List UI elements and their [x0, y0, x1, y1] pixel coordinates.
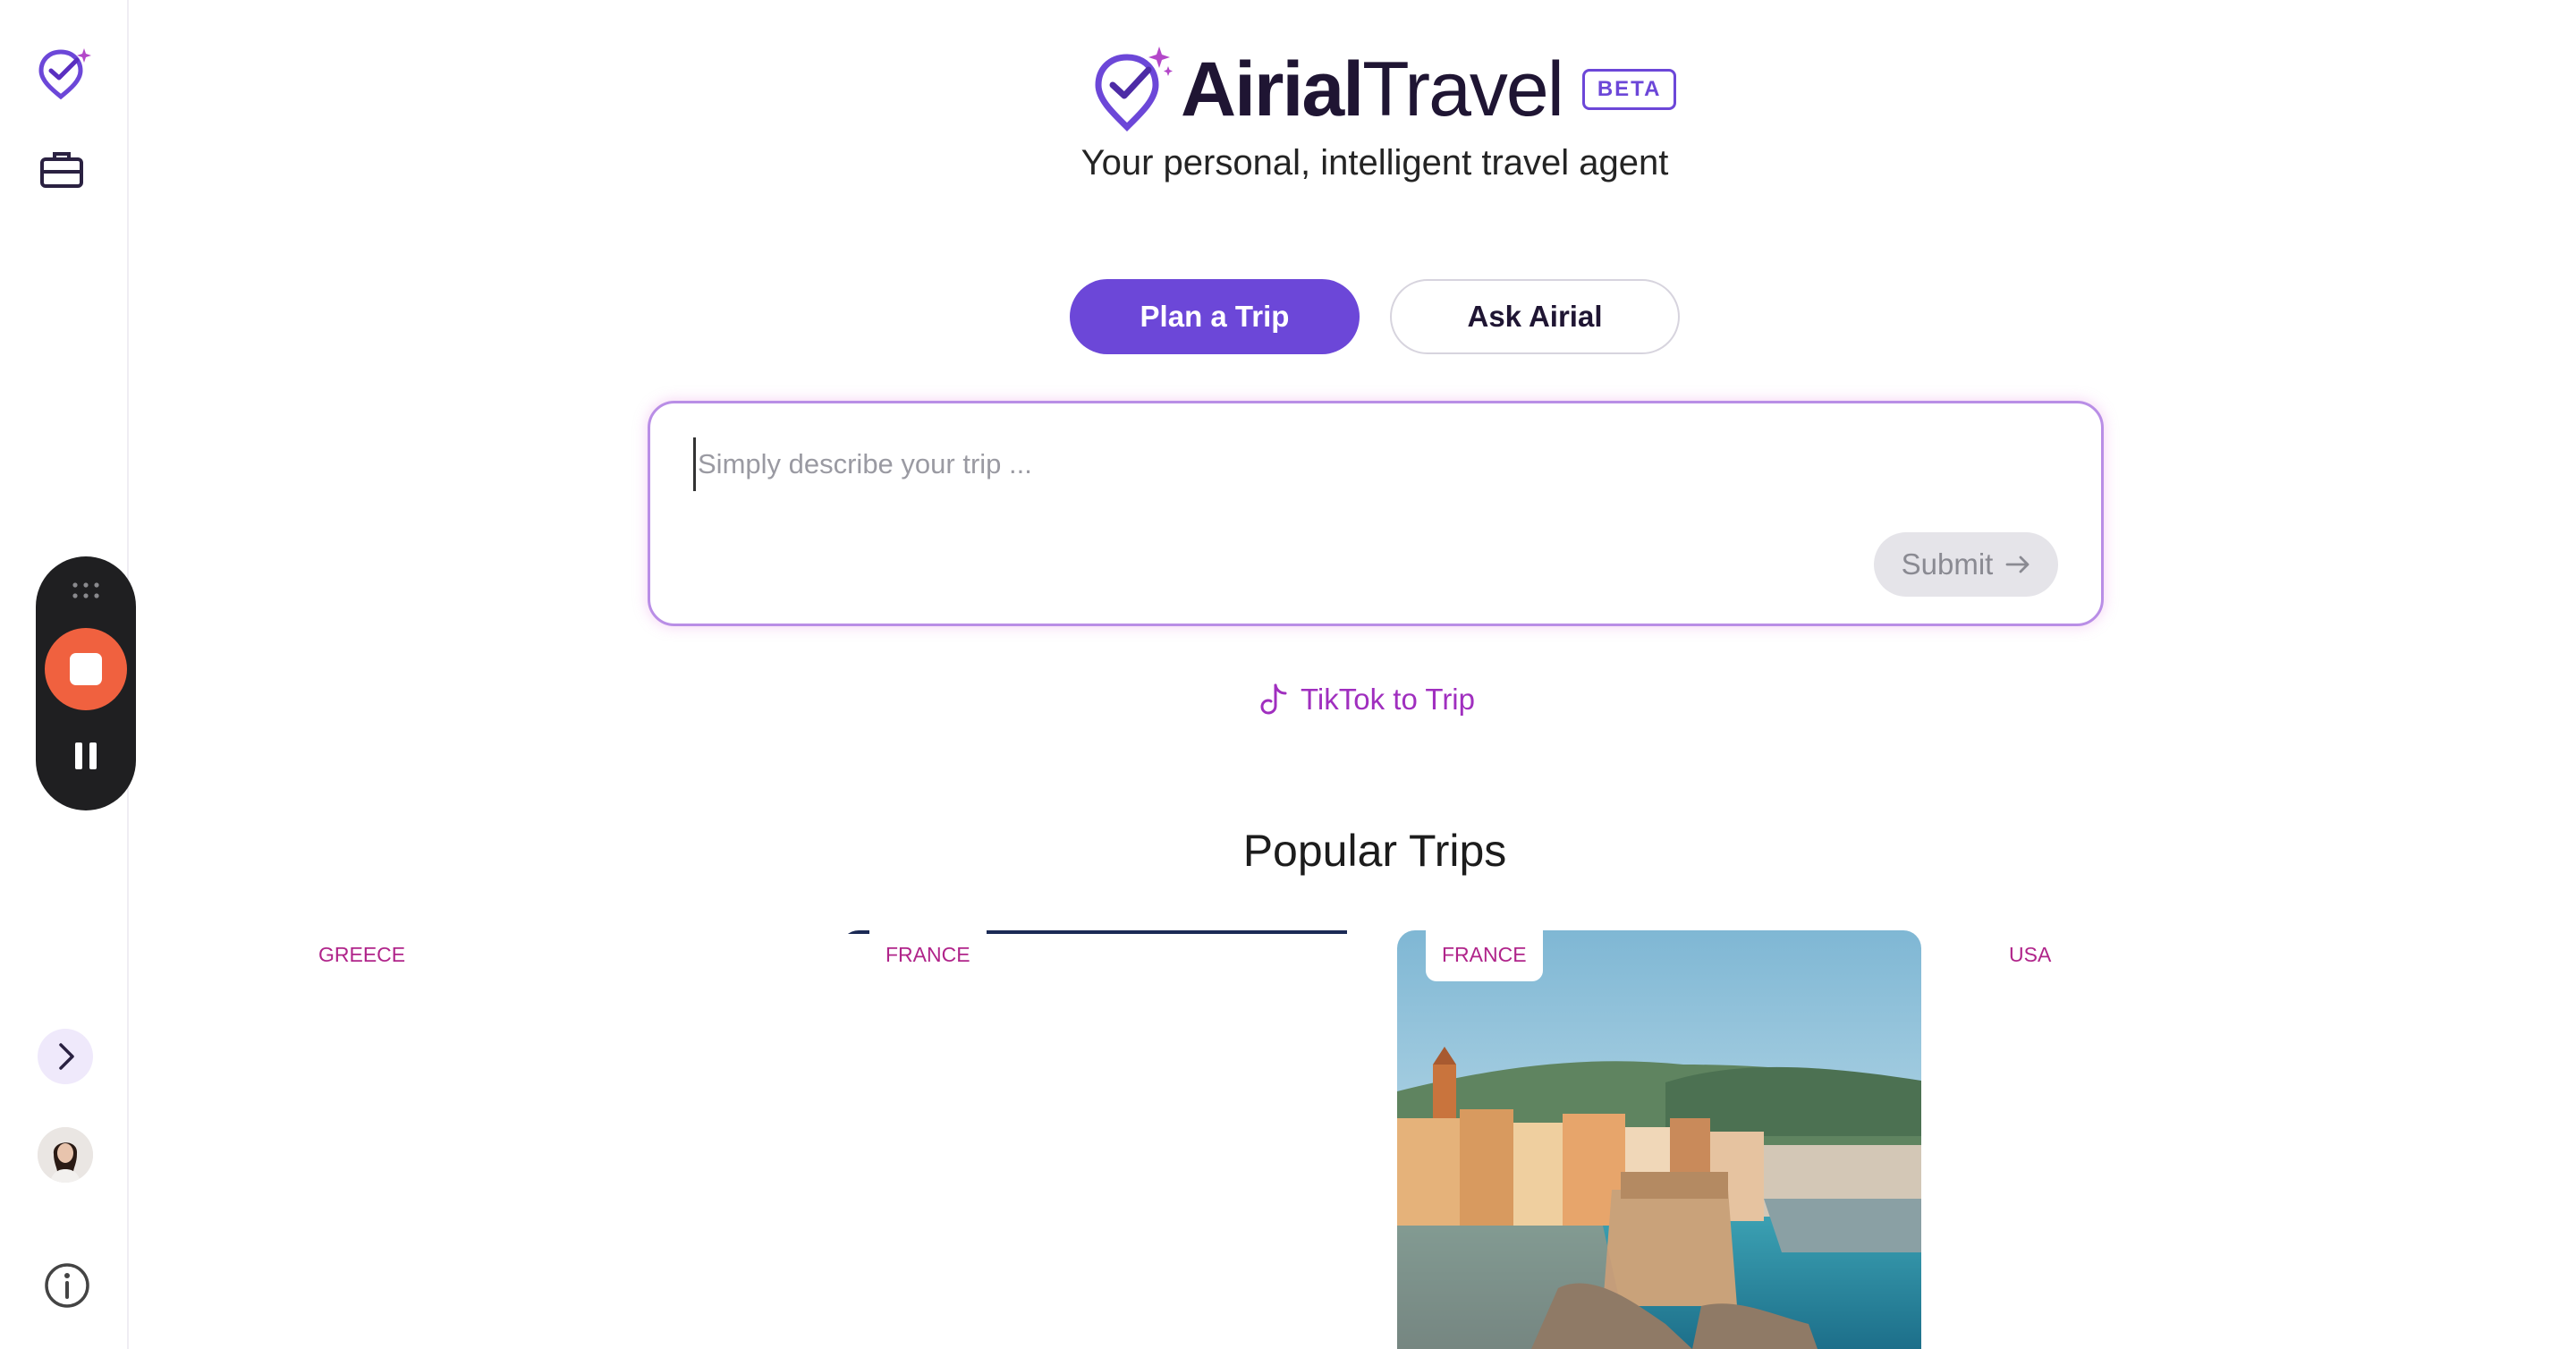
stop-recording-button[interactable]	[45, 628, 127, 710]
trip-card-image	[1397, 930, 1921, 1349]
trip-prompt-box: Submit	[648, 401, 2104, 626]
trip-card[interactable]: FRANCE	[841, 930, 1365, 1349]
drag-handle-icon[interactable]	[72, 581, 100, 599]
tab-plan-a-trip[interactable]: Plan a Trip	[1070, 279, 1360, 354]
map-pin-check-icon[interactable]	[36, 45, 93, 102]
brand-name: AirialTravel	[1181, 47, 1564, 132]
brand-header: AirialTravel BETA	[1091, 45, 1677, 134]
pause-icon[interactable]	[73, 742, 98, 769]
chevron-right-icon	[59, 1043, 74, 1070]
trip-card[interactable]: USA	[1964, 930, 2488, 1349]
tiktok-to-trip-label: TikTok to Trip	[1301, 683, 1475, 716]
trip-country-tag: GREECE	[302, 930, 422, 981]
recording-widget	[36, 556, 136, 810]
trip-description-input[interactable]	[693, 437, 1945, 491]
beta-badge: BETA	[1581, 69, 1677, 110]
expand-sidebar-button[interactable]	[38, 1029, 93, 1084]
trip-country-tag: FRANCE	[1426, 930, 1543, 981]
avatar[interactable]	[38, 1127, 93, 1183]
submit-button[interactable]: Submit	[1874, 532, 2058, 597]
popular-trips-title: Popular Trips	[1242, 826, 1507, 876]
tab-ask-airial[interactable]: Ask Airial	[1390, 279, 1680, 354]
trip-card[interactable]: GREECE	[274, 930, 798, 1349]
tiktok-to-trip-link[interactable]: TikTok to Trip	[1258, 682, 1475, 717]
arrow-right-icon	[2005, 556, 2029, 573]
trip-country-tag: FRANCE	[869, 930, 987, 981]
sidebar	[0, 0, 136, 1349]
airial-logo-icon	[1095, 47, 1173, 132]
stop-icon	[70, 653, 102, 685]
tiktok-icon	[1260, 683, 1287, 715]
info-icon[interactable]	[43, 1261, 91, 1310]
submit-label: Submit	[1901, 547, 1994, 581]
trip-card[interactable]: FRANCE	[1397, 930, 1921, 1349]
trip-country-tag: USA	[1993, 930, 2068, 981]
user-avatar-image	[38, 1127, 93, 1183]
tagline: Your personal, intelligent travel agent	[1080, 143, 1669, 182]
